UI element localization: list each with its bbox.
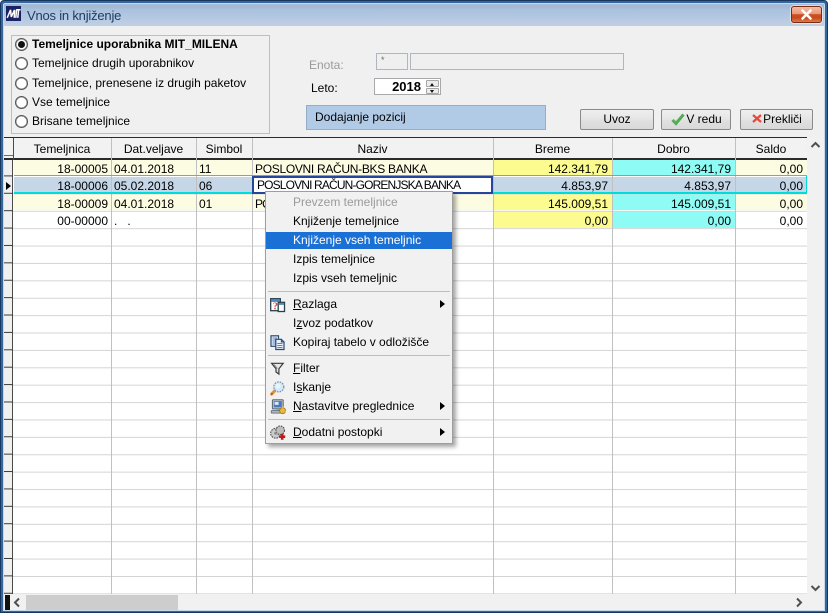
svg-text:?: ? [273, 301, 278, 312]
